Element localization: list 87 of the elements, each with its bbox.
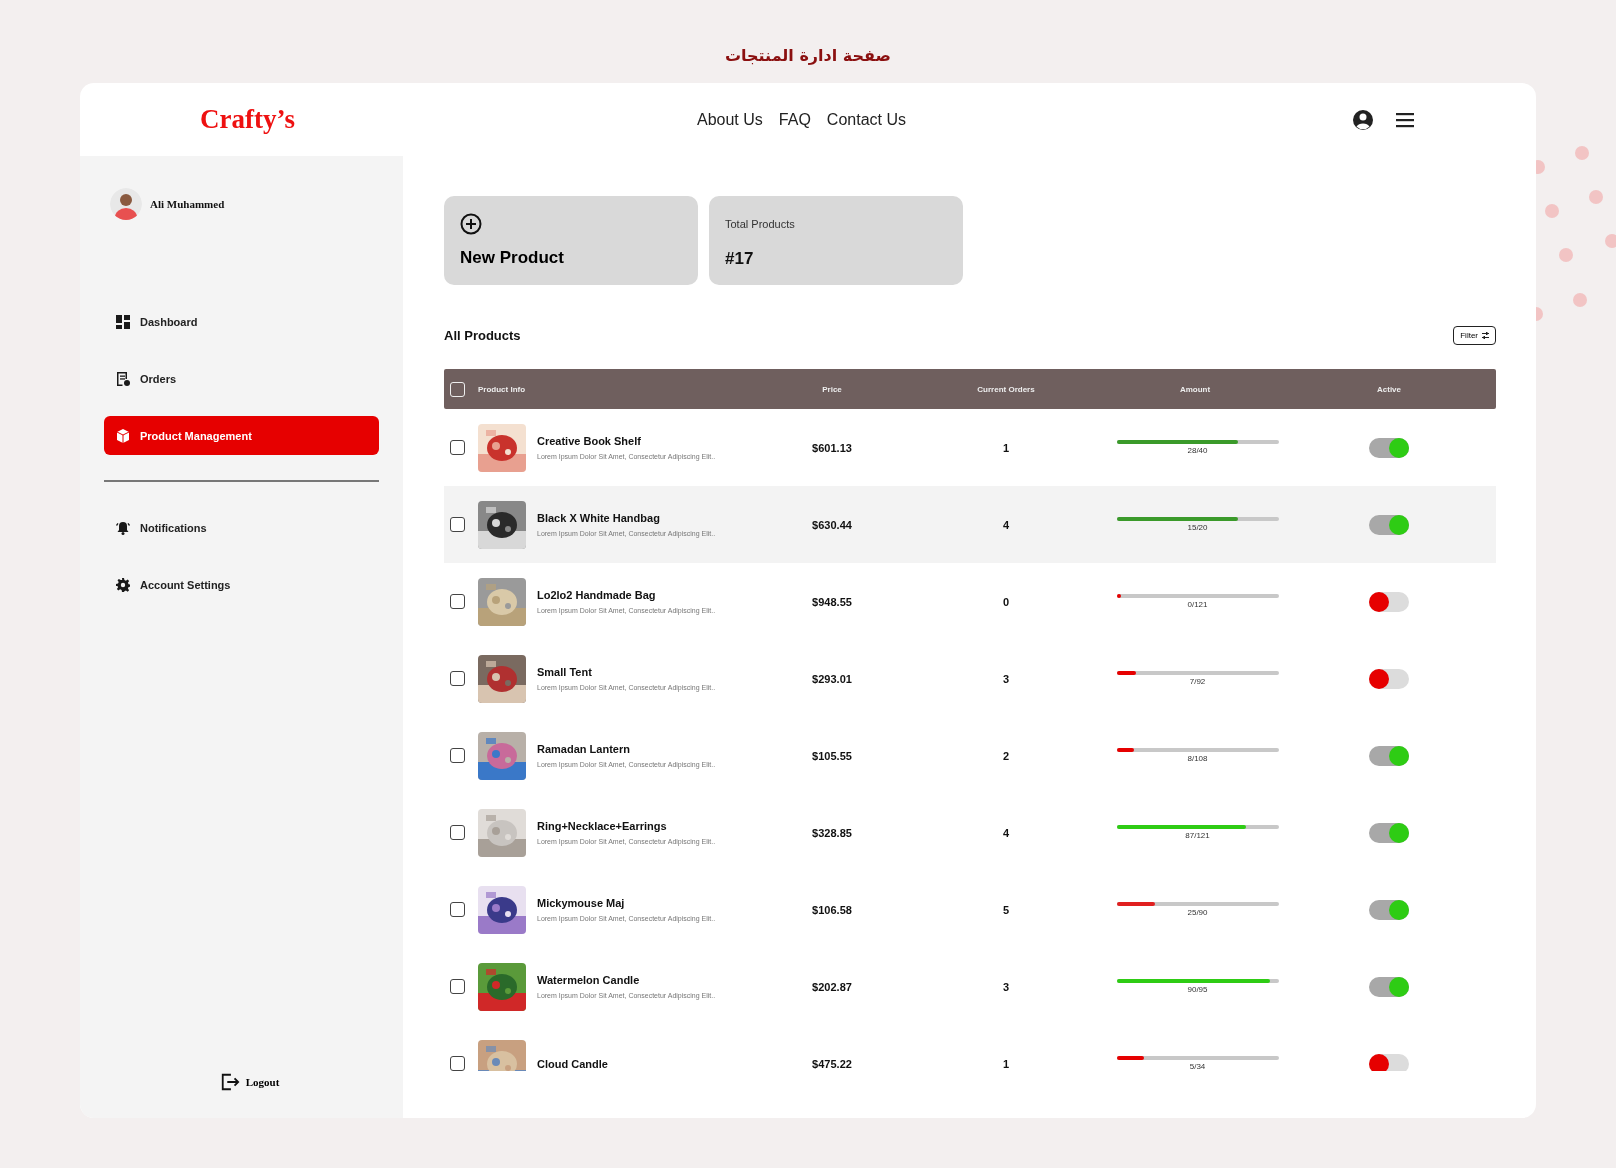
active-toggle[interactable] [1369,822,1409,843]
amount-text: 90/95 [1187,985,1208,994]
order-count: 0 [1002,595,1010,608]
card-label: Total Products [725,218,796,230]
sidebar-item[interactable]: Notifications [104,508,379,547]
checkbox[interactable] [450,671,465,686]
product-name: Black X White Handbag [537,512,661,524]
price: $293.01 [812,672,852,685]
card-value: #17 [725,249,755,269]
order-count: 3 [1002,980,1010,993]
sliders-icon [1482,331,1489,339]
price: $328.85 [812,826,852,839]
active-toggle[interactable] [1369,899,1409,920]
avatar [110,188,142,220]
sidebar-item[interactable]: Account Settings [104,565,379,604]
price: $601.13 [812,441,852,454]
logo[interactable]: Crafty’s [200,104,295,134]
active-toggle[interactable] [1369,1053,1409,1071]
order-count: 1 [1002,441,1010,454]
product-name: Ring+Necklace+Earrings [537,820,668,832]
column-header: Current Orders [977,384,1035,394]
column-header: Active [1377,384,1401,394]
new-product-button[interactable]: New Product [444,196,698,285]
logout-button[interactable]: Logout [219,1072,280,1092]
document-icon [116,371,130,386]
column-header: Price [822,384,842,394]
active-toggle[interactable] [1369,668,1409,689]
order-count: 5 [1002,903,1010,916]
column-header: Amount [1179,384,1211,394]
checkbox[interactable] [450,825,465,840]
gear-icon [116,577,130,592]
checkbox[interactable] [450,902,465,917]
column-header: Product Info [478,384,526,394]
plus-icon [460,213,482,235]
user-name: Ali Muhammed [150,198,225,210]
active-toggle[interactable] [1369,976,1409,997]
checkbox[interactable] [450,979,465,994]
nav-link[interactable]: Contact Us [826,110,906,129]
active-toggle[interactable] [1369,514,1409,535]
filter-button[interactable]: Filter [1453,325,1496,345]
amount-text: 28/40 [1187,446,1208,455]
amount-text: 8/108 [1187,754,1208,763]
order-count: 4 [1002,826,1010,839]
amount-text: 7/92 [1189,677,1206,686]
active-toggle[interactable] [1369,437,1409,458]
price: $630.44 [812,518,852,531]
order-count: 4 [1002,518,1010,531]
page-title: صفحة ادارة المنتجات [724,46,892,65]
checkbox[interactable] [450,594,465,609]
product-name: Cloud Candle [537,1057,608,1070]
price: $202.87 [812,980,852,993]
order-count: 2 [1002,749,1010,762]
amount-text: 0/121 [1187,600,1208,609]
amount-text: 25/90 [1187,908,1208,917]
product-name: Watermelon Candle [537,974,641,986]
checkbox[interactable] [450,748,465,763]
sidebar-item[interactable]: Product Management [104,416,379,455]
amount-text: 15/20 [1187,523,1208,532]
active-toggle[interactable] [1369,745,1409,766]
sidebar-item[interactable]: Dashboard [104,302,379,341]
box-icon [116,428,130,443]
order-count: 3 [1002,672,1010,685]
active-toggle[interactable] [1369,591,1409,612]
dashboard-icon [116,314,130,329]
price: $948.55 [812,595,852,608]
checkbox[interactable] [450,440,465,455]
nav-link[interactable]: FAQ [778,110,811,129]
amount-text: 87/121 [1185,831,1210,840]
price: $106.58 [812,903,852,916]
checkbox[interactable] [450,1056,465,1071]
product-name: Creative Book Shelf [537,435,642,447]
bell-icon [116,520,130,535]
amount-text: 5/34 [1189,1062,1206,1071]
logout-icon [219,1072,240,1092]
order-count: 1 [1002,1057,1010,1070]
checkbox[interactable] [450,517,465,532]
section-title: All Products [444,327,521,343]
product-name: Mickymouse Maj [537,897,626,909]
nav-link[interactable]: About Us [697,110,763,129]
product-name: Small Tent [537,666,593,678]
sidebar-item[interactable]: Orders [104,359,379,398]
table-row[interactable]: Cloud Candle $475.22 1 5/34 [444,1025,1496,1071]
price: $475.22 [812,1057,852,1070]
price: $105.55 [812,749,852,762]
product-name: Lo2lo2 Handmade Bag [537,589,657,601]
product-name: Ramadan Lantern [537,743,631,755]
user-icon[interactable] [1352,108,1374,131]
